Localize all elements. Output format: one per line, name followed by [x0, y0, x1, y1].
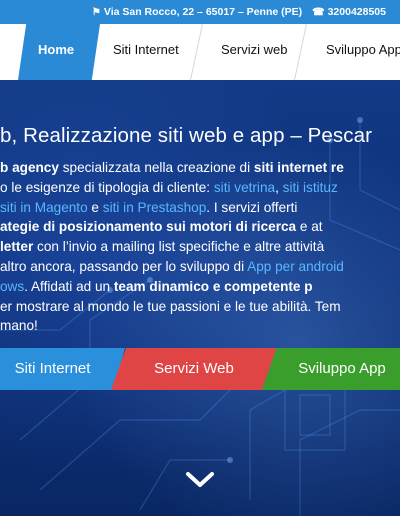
link-app-android[interactable]: App per android [247, 259, 344, 274]
top-info-bar: ⚑ Via San Rocco, 22 – 65017 – Penne (PE)… [0, 0, 400, 24]
text-run: specializzata nella creazione di [58, 160, 254, 175]
map-marker-icon: ⚑ [91, 6, 101, 18]
nav-item-siti-internet[interactable]: Siti Internet [113, 24, 179, 80]
hero-title: b, Realizzazione siti web e app – Pescar [0, 124, 373, 147]
phone-text[interactable]: 3200428505 [328, 6, 386, 18]
text-run: o le esigenze di tipologia di cliente: [0, 179, 214, 195]
nav-item-servizi-web[interactable]: Servizi web [221, 24, 287, 80]
description-line: o le esigenze di tipologia di cliente: s… [0, 178, 400, 198]
text-run: e [87, 199, 103, 215]
hero-description: b agency specializzata nella creazione d… [0, 158, 400, 336]
description-line: siti in Magento e siti in Prestashop. I … [0, 198, 400, 218]
sviluppo-app-button[interactable]: Sviluppo App [262, 348, 400, 390]
link-siti-istituzionali[interactable]: siti istituz [283, 180, 338, 195]
link-siti-prestashop[interactable]: siti in Prestashop [103, 200, 207, 215]
nav-separator [190, 24, 203, 80]
servizi-web-button-label: Servizi Web [154, 360, 234, 377]
siti-internet-button[interactable]: Siti Internet [0, 348, 125, 390]
siti-internet-text: siti internet re [253, 160, 344, 175]
phone-item[interactable]: ☎ 3200428505 [312, 6, 386, 18]
description-line: mano! [0, 316, 400, 336]
hero-section: b, Realizzazione siti web e app – Pescar… [0, 80, 400, 516]
description-line: letter con l’invio a mailing list specif… [0, 237, 400, 257]
servizi-web-button[interactable]: Servizi Web [111, 348, 277, 390]
chevron-down-icon[interactable] [184, 470, 216, 490]
text-run: er mostrare al mondo le tue passioni e l… [0, 298, 341, 314]
description-line: altro ancora, passando per lo sviluppo d… [0, 257, 400, 277]
description-line: ows. Affidati ad un team dinamico e comp… [0, 277, 400, 297]
link-siti-magento[interactable]: siti in Magento [0, 200, 88, 215]
description-line: er mostrare al mondo le tue passioni e l… [0, 297, 400, 317]
main-navigation: Home Siti Internet Servizi web Sviluppo … [0, 24, 400, 80]
address-item: ⚑ Via San Rocco, 22 – 65017 – Penne (PE) [92, 6, 302, 18]
nav-item-sviluppo-app[interactable]: Sviluppo App [326, 24, 400, 80]
text-run: , [275, 179, 283, 195]
siti-internet-button-label: Siti Internet [14, 360, 91, 377]
text-run: e at [296, 219, 323, 235]
seo-text: ategie di posizionamento sui motori di r… [0, 219, 297, 235]
address-text: Via San Rocco, 22 – 65017 – Penne (PE) [103, 6, 303, 18]
nav-item-home[interactable]: Home [38, 24, 74, 80]
text-run: . I servizi offerti [206, 199, 298, 215]
description-line: b agency specializzata nella creazione d… [0, 158, 400, 178]
link-siti-vetrina[interactable]: siti vetrina [214, 180, 275, 195]
text-run: mano! [0, 318, 38, 334]
text-run: altro ancora, passando per lo sviluppo d… [0, 258, 248, 274]
nav-separator [294, 24, 307, 80]
phone-icon: ☎ [312, 6, 325, 18]
team-text: team dinamico e competente p [113, 278, 313, 294]
text-run: con l’invio a mailing list specifiche e … [33, 239, 325, 255]
newsletter-text: letter [0, 239, 34, 255]
text-run: . Affidati ad un [24, 278, 114, 294]
sviluppo-app-button-label: Sviluppo App [298, 360, 386, 377]
agency-text: b agency [0, 160, 59, 175]
description-line: ategie di posizionamento sui motori di r… [0, 217, 400, 237]
link-windows[interactable]: ows [0, 279, 24, 294]
